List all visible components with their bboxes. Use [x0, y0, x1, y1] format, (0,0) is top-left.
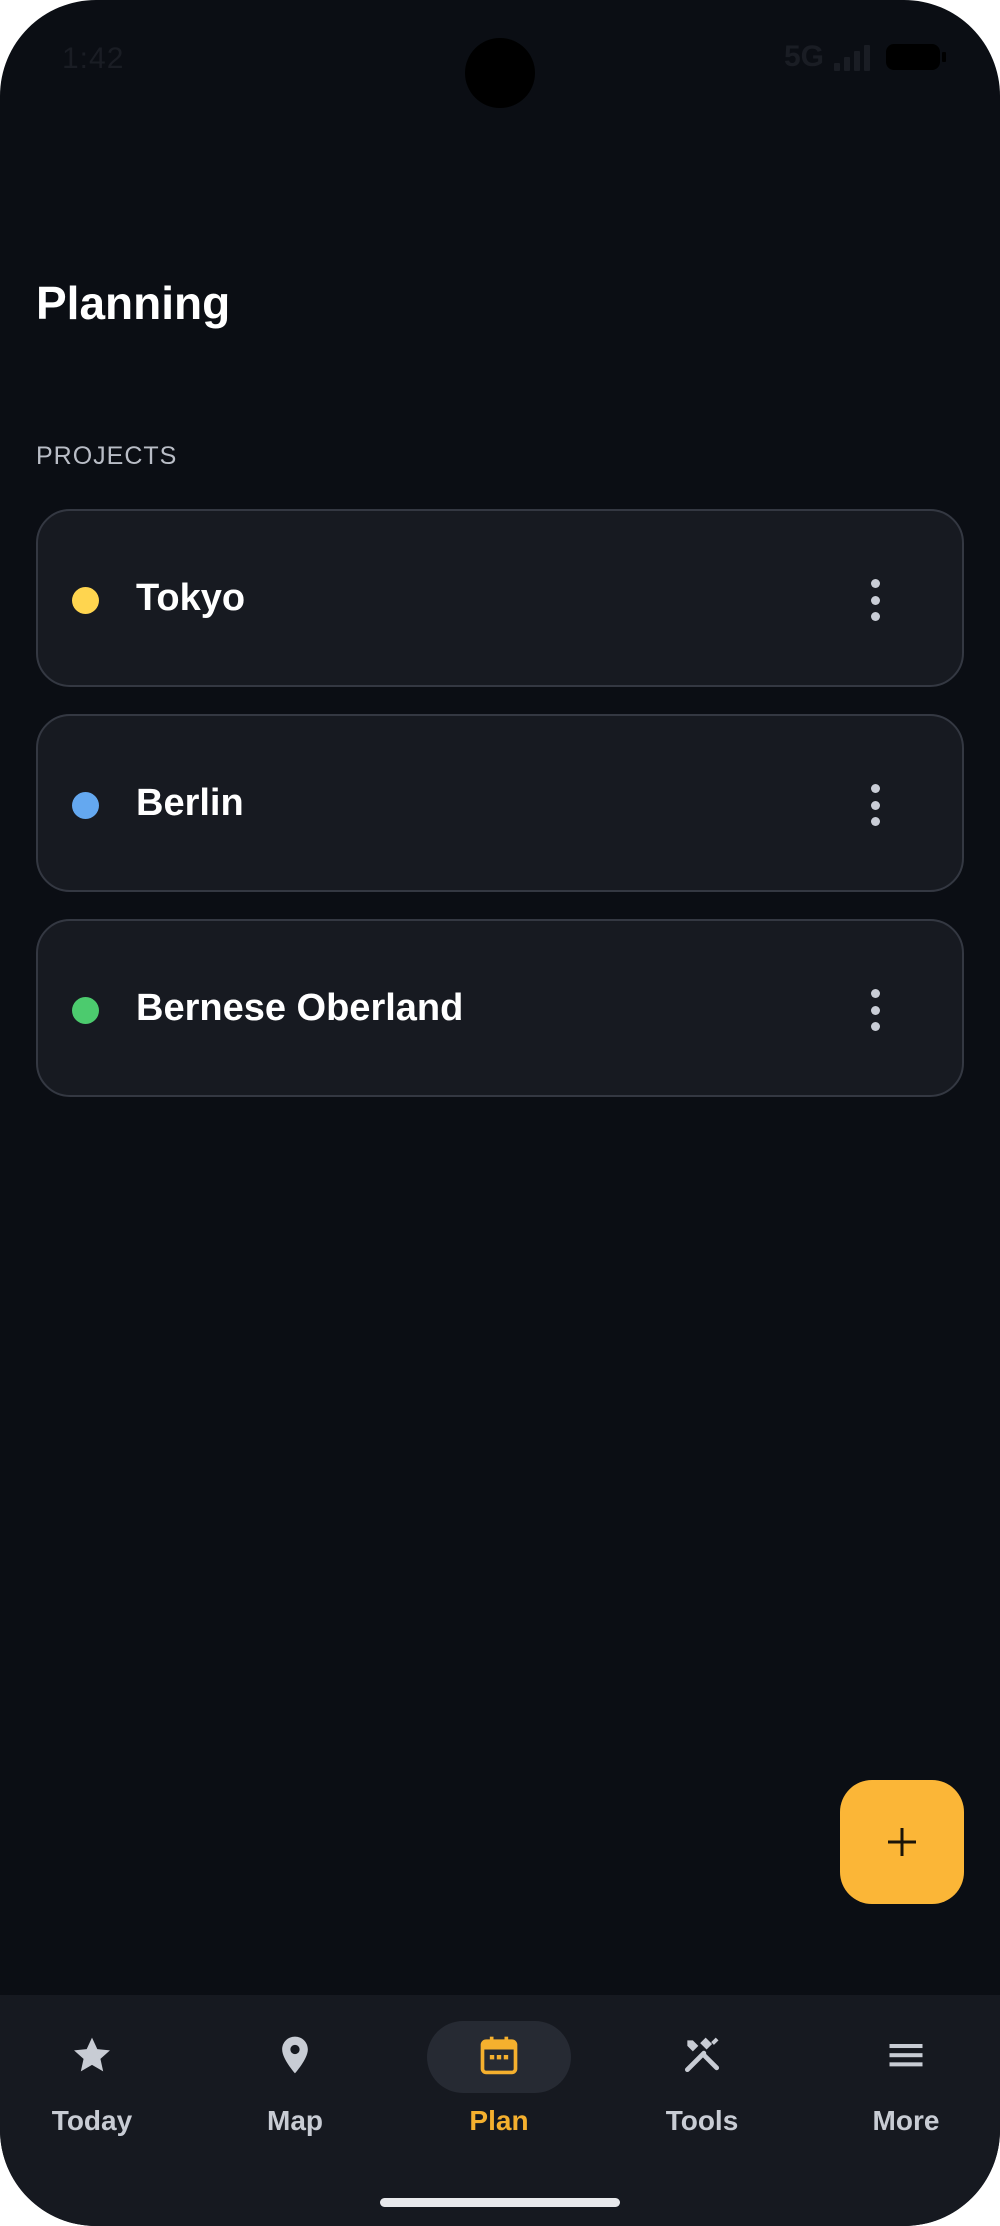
project-name: Tokyo — [136, 577, 246, 619]
phone-screen: 1:42 5G Planning PROJECTS Tokyo Berlin B… — [0, 0, 1000, 2226]
project-card-berlin[interactable]: Berlin — [36, 714, 964, 892]
location-pin-icon — [282, 2036, 308, 2074]
nav-item-tools[interactable]: Tools — [612, 1995, 792, 2155]
status-time: 1:42 — [62, 42, 125, 75]
nav-item-today[interactable]: Today — [2, 1995, 182, 2155]
star-icon — [74, 2037, 110, 2072]
home-indicator[interactable] — [380, 2198, 620, 2207]
status-bar: 1:42 5G — [0, 0, 1000, 120]
project-card-tokyo[interactable]: Tokyo — [36, 509, 964, 687]
more-options-icon[interactable] — [860, 985, 890, 1035]
nav-label: Tools — [665, 2105, 739, 2136]
add-project-button[interactable] — [840, 1780, 964, 1904]
nav-label: Map — [267, 2105, 323, 2136]
project-name: Bernese Oberland — [136, 987, 464, 1029]
battery-icon — [886, 44, 946, 70]
signal-icon — [834, 43, 870, 71]
project-color-dot — [72, 587, 99, 614]
nav-item-more[interactable]: More — [816, 1995, 996, 2155]
project-name: Berlin — [136, 782, 244, 824]
page-title: Planning — [36, 277, 231, 329]
more-options-icon[interactable] — [860, 575, 890, 625]
nav-label: Plan — [469, 2105, 529, 2136]
project-color-dot — [72, 997, 99, 1024]
nav-label: Today — [51, 2105, 133, 2136]
project-color-dot — [72, 792, 99, 819]
section-label-projects: PROJECTS — [36, 442, 178, 470]
project-list: Tokyo Berlin Bernese Oberland — [36, 509, 964, 1124]
tools-icon — [684, 2037, 720, 2073]
nav-item-map[interactable]: Map — [205, 1995, 385, 2155]
front-camera — [465, 38, 535, 108]
more-options-icon[interactable] — [860, 780, 890, 830]
network-type: 5G — [783, 40, 824, 73]
menu-icon — [889, 2044, 923, 2067]
nav-label: More — [872, 2105, 940, 2136]
plus-icon — [888, 1828, 916, 1856]
status-indicators: 5G — [783, 40, 946, 74]
calendar-icon — [480, 2036, 518, 2075]
project-card-bernese-oberland[interactable]: Bernese Oberland — [36, 919, 964, 1097]
nav-item-plan[interactable]: Plan — [409, 1995, 589, 2155]
bottom-navigation: Today Map Plan Tools More — [0, 1995, 1000, 2226]
